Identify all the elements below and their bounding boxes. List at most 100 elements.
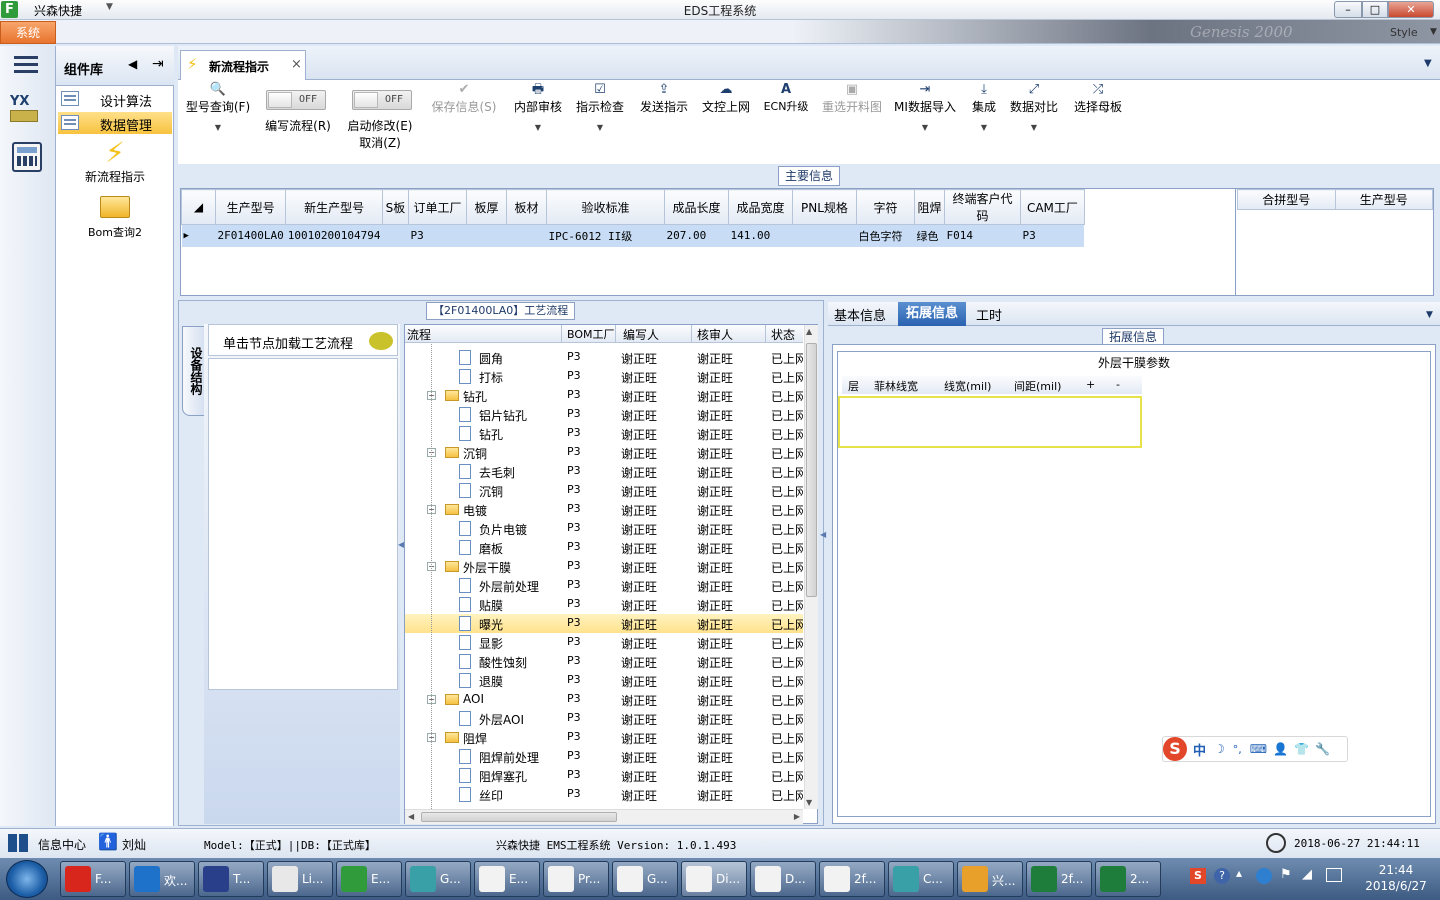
column-header[interactable]: 成品宽度: [727, 189, 793, 225]
vertical-scrollbar[interactable]: ▲ ▼: [804, 325, 818, 809]
params-table-body[interactable]: [838, 396, 1142, 448]
taskbar-task[interactable]: E...: [474, 861, 540, 897]
ime-lang-toggle[interactable]: 中: [1193, 740, 1206, 759]
toolbar-label-cancel[interactable]: 取消(Z): [342, 134, 418, 151]
pin-panel-icon[interactable]: ⇥: [152, 56, 164, 72]
cell[interactable]: 白色字符: [856, 224, 915, 247]
taskbar-task[interactable]: E...: [336, 861, 402, 897]
column-header[interactable]: 终端客户代码: [943, 189, 1021, 225]
cell[interactable]: 10010200104794: [285, 224, 383, 247]
taskbar-task[interactable]: 2...: [1095, 861, 1161, 897]
tree-row[interactable]: 铝片钻孔 P3 谢正旺 谢正旺 已上网: [405, 405, 803, 424]
cell[interactable]: 141.00: [728, 224, 793, 247]
column-header[interactable]: 状态: [771, 326, 795, 343]
cell[interactable]: IPC-6012 II级: [546, 224, 665, 247]
tray-display-icon[interactable]: [1326, 868, 1342, 882]
taskbar-task[interactable]: 2f...: [1026, 861, 1092, 897]
column-header[interactable]: 阻焊: [913, 189, 945, 225]
dropdown-icon[interactable]: ▼: [572, 123, 628, 132]
instruction-check-button[interactable]: ☑ 指示检查 ▼: [572, 82, 628, 146]
tree-row[interactable]: 阻焊前处理 P3 谢正旺 谢正旺 已上网: [405, 747, 803, 766]
ecn-upgrade-button[interactable]: A ECN升级: [760, 82, 812, 146]
taskbar-task[interactable]: F...: [60, 861, 126, 897]
tree-row[interactable]: 钻孔 P3 谢正旺 谢正旺 已上网: [405, 424, 803, 443]
column-header[interactable]: 流程: [407, 326, 431, 343]
tree-row[interactable]: − 沉铜 P3 谢正旺 谢正旺 已上网: [405, 443, 803, 462]
dropdown-icon[interactable]: ▼: [180, 123, 256, 132]
tab-new-process[interactable]: ⚡ 新流程指示 ×: [180, 50, 306, 80]
keyboard-icon[interactable]: ⌨: [1250, 742, 1267, 756]
taskbar-task[interactable]: G...: [612, 861, 678, 897]
send-instruction-button[interactable]: ⇪ 发送指示: [636, 82, 692, 146]
column-header[interactable]: 板材: [505, 189, 547, 225]
taskbar-task[interactable]: T...: [198, 861, 264, 897]
tree-row[interactable]: 负片电镀 P3 谢正旺 谢正旺 已上网: [405, 519, 803, 538]
taskbar-task[interactable]: 欢...: [129, 861, 195, 897]
cell[interactable]: F014: [944, 224, 1021, 247]
tab-basic-info[interactable]: 基本信息: [834, 305, 886, 324]
style-dropdown-icon[interactable]: ▼: [1430, 27, 1437, 37]
start-edit-toggle[interactable]: OFF: [352, 90, 412, 110]
dropdown-icon[interactable]: ▼: [964, 123, 1004, 132]
tree-row[interactable]: 沉铜 P3 谢正旺 谢正旺 已上网: [405, 481, 803, 500]
scroll-thumb[interactable]: [421, 812, 617, 822]
tree-row[interactable]: 外层前处理 P3 谢正旺 谢正旺 已上网: [405, 576, 803, 595]
cell[interactable]: P3: [1020, 224, 1085, 247]
tree-row[interactable]: 去毛刺 P3 谢正旺 谢正旺 已上网: [405, 462, 803, 481]
tree-row[interactable]: 丝印 P3 谢正旺 谢正旺 已上网: [405, 785, 803, 804]
column-header[interactable]: 线宽(mil): [944, 378, 991, 394]
dropdown-icon[interactable]: ▼: [1008, 123, 1060, 132]
column-header[interactable]: BOM工厂: [567, 326, 615, 342]
taskbar-task[interactable]: C...: [888, 861, 954, 897]
cell[interactable]: [382, 224, 409, 247]
horizontal-scrollbar[interactable]: ◀ ▶: [405, 809, 803, 824]
column-header[interactable]: 生产型号: [1334, 189, 1433, 210]
model-query-button[interactable]: 🔍 型号查询(F) ▼: [180, 82, 256, 146]
taskbar-clock[interactable]: 21:44 2018/6/27: [1358, 862, 1434, 894]
minimize-button[interactable]: –: [1334, 1, 1362, 18]
tree-row[interactable]: 磨板 P3 谢正旺 谢正旺 已上网: [405, 538, 803, 557]
hamburger-menu-icon[interactable]: [14, 56, 38, 74]
punctuation-icon[interactable]: °,: [1233, 743, 1242, 756]
tab-list-dropdown-icon[interactable]: ▼: [1424, 58, 1432, 69]
cell[interactable]: 2F01400LA0: [215, 224, 286, 247]
moon-icon[interactable]: ☽: [1214, 742, 1225, 756]
tab-equipment-structure[interactable]: 设备结构: [182, 326, 206, 416]
tab-work-hours[interactable]: 工时: [976, 305, 1002, 324]
tree-row[interactable]: 酸性蚀刻 P3 谢正旺 谢正旺 已上网: [405, 652, 803, 671]
dropdown-icon[interactable]: ▼: [510, 123, 566, 132]
save-info-button[interactable]: ✔ 保存信息(S): [428, 82, 500, 146]
tray-help-icon[interactable]: ?: [1214, 868, 1230, 884]
maximize-button[interactable]: □: [1362, 1, 1388, 18]
collapse-left-icon[interactable]: ◀: [128, 57, 137, 71]
tree-row[interactable]: − 钻孔 P3 谢正旺 谢正旺 已上网: [405, 386, 803, 405]
user-icon[interactable]: 👤: [1273, 742, 1288, 756]
tree-row[interactable]: 曝光 P3 谢正旺 谢正旺 已上网: [405, 614, 803, 633]
column-header[interactable]: 层: [848, 378, 859, 394]
tree-row[interactable]: 显影 P3 谢正旺 谢正旺 已上网: [405, 633, 803, 652]
tab-system[interactable]: 系统: [0, 21, 56, 44]
tray-arrow-icon[interactable]: ▴: [1236, 866, 1242, 880]
tray-network-icon[interactable]: [1256, 868, 1272, 884]
tab-extended-info[interactable]: 拓展信息: [898, 302, 966, 326]
add-row-button[interactable]: +: [1086, 378, 1095, 391]
write-process-toggle[interactable]: OFF: [266, 90, 326, 110]
tree-row[interactable]: 外层AOI P3 谢正旺 谢正旺 已上网: [405, 709, 803, 728]
tree-row[interactable]: 圆角 P3 谢正旺 谢正旺 已上网: [405, 348, 803, 367]
tree-row[interactable]: 贴膜 P3 谢正旺 谢正旺 已上网: [405, 595, 803, 614]
info-center-link[interactable]: 信息中心: [38, 836, 86, 853]
cell[interactable]: 绿色: [914, 224, 945, 247]
component-item-data-management[interactable]: 数据管理: [58, 112, 172, 134]
cell[interactable]: [466, 224, 507, 247]
tray-volume-icon[interactable]: ◢: [1302, 867, 1312, 882]
tree-row[interactable]: − 阻焊 P3 谢正旺 谢正旺 已上网: [405, 728, 803, 747]
column-header[interactable]: 合拼型号: [1237, 189, 1336, 210]
cell[interactable]: P3: [408, 224, 467, 247]
select-master-board-button[interactable]: ⤮ 选择母板: [1070, 82, 1126, 146]
component-item-design-algorithm[interactable]: 设计算法: [58, 88, 172, 110]
reselect-cutting-chart-button[interactable]: ▣ 重选开料图: [818, 82, 886, 146]
splitter-arrow-icon[interactable]: ◀: [820, 530, 826, 539]
taskbar-task[interactable]: G...: [405, 861, 471, 897]
column-header[interactable]: 生产型号: [214, 189, 287, 225]
column-header[interactable]: CAM工厂: [1019, 189, 1085, 225]
